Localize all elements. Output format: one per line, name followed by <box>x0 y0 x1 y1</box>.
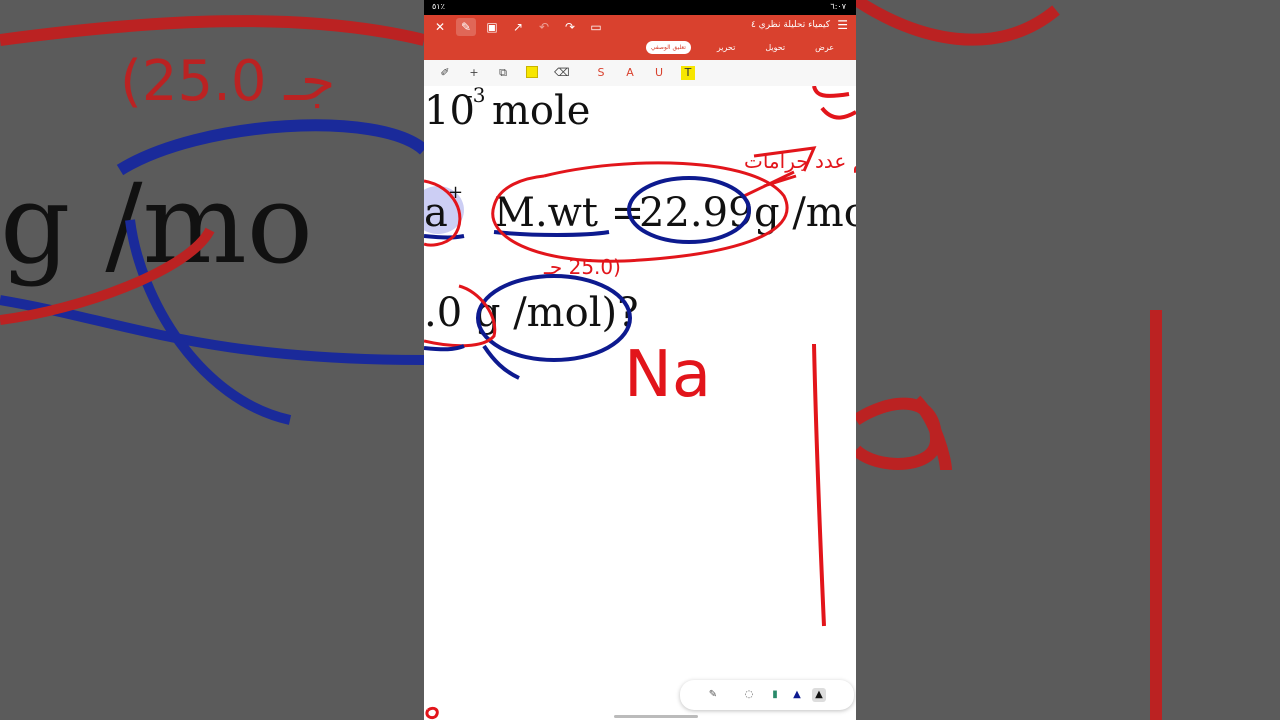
eraser-icon[interactable]: ⌫ <box>554 66 570 80</box>
background-right-zoom <box>856 0 1280 720</box>
text-line1-exponent: -3 <box>466 86 485 107</box>
text-highlight-icon[interactable]: T <box>681 66 695 80</box>
pen-options-icon[interactable]: ✎ <box>706 688 720 702</box>
status-time: ٦:٠٧ <box>830 2 846 11</box>
ink-arabic-example: مثال 1: كم عدد جرامات <box>744 149 856 173</box>
annotated-page: 10 -3 mole مثال 1: كم عدد جرامات a + M.w… <box>424 86 856 720</box>
pen-settings-icon[interactable]: ✐ <box>438 66 452 80</box>
ink-blue-tail <box>482 344 520 380</box>
ink-red-corner <box>812 86 856 120</box>
text-line2-a: a <box>424 190 448 236</box>
document-canvas[interactable]: 10 -3 mole مثال 1: كم عدد جرامات a + M.w… <box>424 86 856 720</box>
ribbon-tabs: عرض تحويل تحرير تعليق الوصفي <box>645 41 838 54</box>
tab-annotate[interactable]: تعليق الوصفي <box>645 41 691 54</box>
redo-icon[interactable]: ↷ <box>560 18 580 36</box>
shapes-icon[interactable]: ⧉ <box>496 66 510 80</box>
home-indicator <box>614 715 698 718</box>
background-left-zoom: g /mo (25.0 جـ <box>0 0 424 720</box>
add-icon[interactable]: + <box>467 66 481 80</box>
text-line2-mwt: M.wt = <box>494 190 644 236</box>
pen-toolbar: ✎ ◌ ▮ ▲ ▲ <box>680 680 854 710</box>
pen-black-icon[interactable]: ▲ <box>812 688 826 702</box>
ink-blue-under-a <box>424 234 465 240</box>
app-bar: ✕ ✎ ▣ ↗ ↶ ↷ ▭ كيمياء تحليلة نظري ٤ ☰ عرض… <box>424 15 856 60</box>
annotation-ribbon: ✐ + ⧉ ⌫ S A U T <box>424 60 856 87</box>
bg-left-arabic: (25.0 جـ <box>120 49 335 114</box>
text-line3: .0 g /mol)? <box>424 290 639 336</box>
ink-blue-under-line3 <box>424 344 465 352</box>
tab-convert[interactable]: تحويل <box>761 41 789 54</box>
pen-blue-icon[interactable]: ▲ <box>790 688 804 702</box>
background-right-art <box>856 0 1280 720</box>
strikethrough-icon[interactable]: S <box>594 66 608 80</box>
tab-edit[interactable]: تحرير <box>713 41 739 54</box>
status-battery: ٥١٪ <box>432 2 445 11</box>
ink-red-bottom-mark <box>425 706 439 720</box>
save-icon[interactable]: ▭ <box>586 18 606 36</box>
text-line2-unit: g /mo <box>754 190 856 236</box>
app-toolbar: ✕ ✎ ▣ ↗ ↶ ↷ ▭ <box>430 18 606 36</box>
close-icon[interactable]: ✕ <box>430 18 450 36</box>
ink-red-vertical-line <box>812 343 826 627</box>
share-icon[interactable]: ↗ <box>508 18 528 36</box>
phone-screen: ٥١٪ ٦:٠٧ ✕ ✎ ▣ ↗ ↶ ↷ ▭ كيمياء تحليلة نظر… <box>424 0 856 720</box>
zoom-fit-icon[interactable]: ▣ <box>482 18 502 36</box>
highlighter-green-icon[interactable]: ▮ <box>768 688 782 702</box>
status-bar: ٥١٪ ٦:٠٧ <box>424 0 856 15</box>
lasso-icon[interactable]: ◌ <box>742 688 756 702</box>
background-left-art: g /mo (25.0 جـ <box>0 0 424 720</box>
text-color-icon[interactable]: A <box>623 66 637 80</box>
underline-icon[interactable]: U <box>652 66 666 80</box>
text-line1-unit: mole <box>492 88 590 134</box>
tab-view[interactable]: عرض <box>811 41 838 54</box>
document-title: كيمياء تحليلة نظري ٤ <box>750 20 830 30</box>
ink-handwritten-na: Na <box>624 338 711 412</box>
menu-icon[interactable]: ☰ <box>837 18 848 32</box>
undo-icon[interactable]: ↶ <box>534 18 554 36</box>
highlight-area-icon[interactable] <box>525 66 539 80</box>
pen-mode-icon[interactable]: ✎ <box>456 18 476 36</box>
